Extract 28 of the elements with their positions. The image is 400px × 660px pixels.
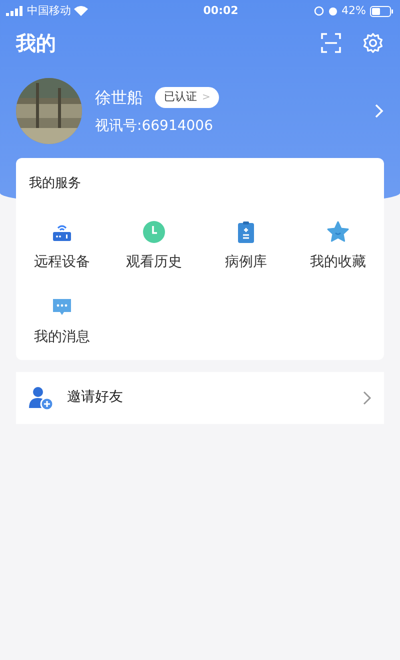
invite-label: 邀请好友 bbox=[67, 388, 124, 407]
carrier-name: 中国移动 bbox=[27, 2, 71, 19]
lock-rotation-icon bbox=[314, 6, 324, 16]
alarm-icon bbox=[328, 6, 338, 16]
profile-row[interactable]: 徐世船 已认证 > 视讯号:66914006 bbox=[0, 78, 400, 144]
star-icon bbox=[326, 220, 350, 244]
scan-button[interactable] bbox=[320, 32, 342, 54]
service-item[interactable]: 远程设备 bbox=[16, 220, 108, 272]
section-title: 我的服务 bbox=[28, 175, 82, 193]
service-item[interactable]: 观看历史 bbox=[108, 220, 200, 272]
clock-icon bbox=[142, 220, 166, 244]
battery-percent: 42% bbox=[342, 2, 366, 19]
service-item[interactable]: 我的收藏 bbox=[292, 220, 384, 272]
service-item[interactable]: 病例库 bbox=[200, 220, 292, 272]
battery-icon bbox=[370, 6, 394, 16]
invite-friends-row[interactable]: 邀请好友 bbox=[16, 372, 384, 424]
verified-badge[interactable]: 已认证 > bbox=[155, 87, 220, 108]
service-item[interactable]: 我的消息 bbox=[16, 294, 108, 348]
chevron-right-icon bbox=[362, 390, 372, 406]
add-user-icon bbox=[28, 384, 54, 410]
page-title: 我的 bbox=[16, 30, 56, 57]
chevron-right-icon bbox=[374, 103, 384, 119]
signal-icon bbox=[6, 6, 24, 16]
user-id: 视讯号:66914006 bbox=[95, 116, 214, 136]
user-name: 徐世船 bbox=[95, 86, 143, 108]
clock-time: 00:02 bbox=[203, 2, 238, 19]
settings-button[interactable] bbox=[362, 32, 384, 54]
wifi-icon bbox=[74, 6, 88, 16]
